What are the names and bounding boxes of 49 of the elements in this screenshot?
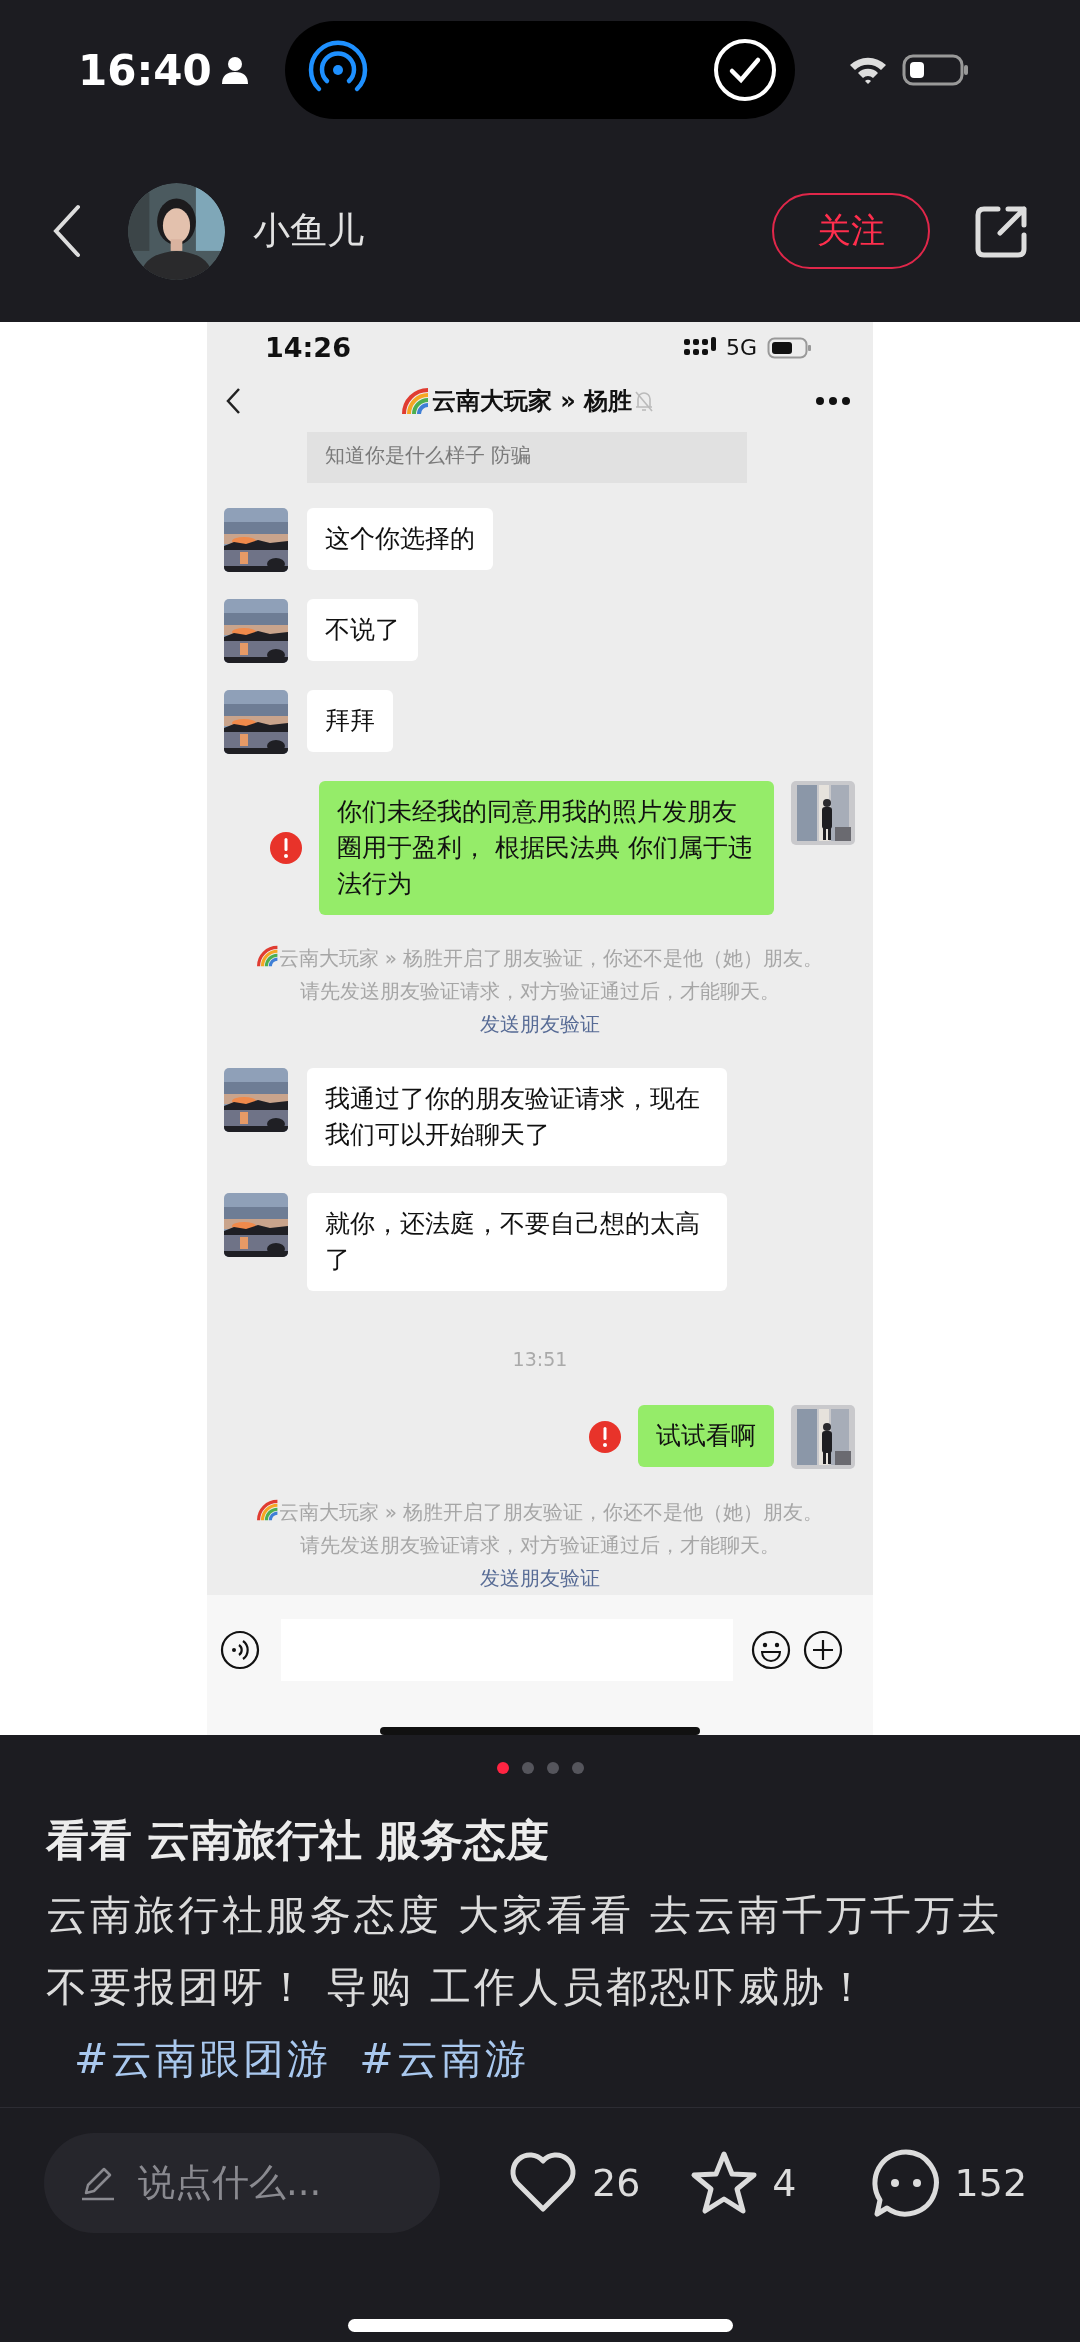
wifi-icon	[848, 55, 888, 85]
page-indicator-dot[interactable]	[521, 1762, 534, 1774]
favorite-count: 4	[772, 2161, 797, 2205]
person-icon	[221, 56, 248, 84]
user-name[interactable]: 小鱼儿	[253, 206, 772, 256]
message-bubble: 这个你选择的	[307, 508, 493, 570]
hashtag-link[interactable]: #云南游	[359, 2035, 529, 2083]
rainbow-icon	[401, 385, 430, 416]
star-icon[interactable]	[690, 2150, 759, 2216]
rainbow-icon	[256, 944, 279, 968]
emoji-icon[interactable]	[751, 1630, 791, 1670]
comment-placeholder: 说点什么...	[138, 2160, 322, 2206]
rainbow-icon	[256, 1498, 279, 1522]
back-icon[interactable]	[225, 386, 241, 415]
add-icon[interactable]	[803, 1630, 843, 1670]
follow-button[interactable]: 关注	[772, 193, 930, 269]
like-count: 26	[592, 2161, 641, 2205]
voice-icon[interactable]	[220, 1630, 260, 1670]
heart-icon[interactable]	[508, 2151, 578, 2215]
page-indicator-dot[interactable]	[496, 1762, 509, 1774]
message-bubble: 就你，还法庭，不要自己想的太高了	[307, 1193, 727, 1291]
more-icon[interactable]	[815, 395, 851, 406]
message-bubble: 我通过了你的朋友验证请求，现在我们可以开始聊天了	[307, 1068, 727, 1166]
page-indicator-dot[interactable]	[546, 1762, 559, 1774]
comment-field[interactable]: 说点什么...	[44, 2133, 440, 2233]
message-time: 13:51	[511, 1348, 569, 1370]
share-icon[interactable]	[974, 203, 1030, 259]
send-verification-link[interactable]: 发送朋友验证	[480, 1566, 600, 1590]
message-bubble: 拜拜	[307, 690, 393, 752]
system-notice: 云南大玩家 » 杨胜开启了朋友验证，你还不是他（她）朋友。请先发送朋友验证请求，对方验证通过后，才能聊天。 发送朋友验证	[207, 1496, 873, 1595]
battery-icon	[902, 54, 970, 86]
battery-icon	[767, 336, 813, 359]
comment-icon[interactable]	[870, 2148, 941, 2218]
network-label: 5G	[725, 335, 757, 361]
message-bubble: 不说了	[307, 599, 418, 661]
hashtag-link[interactable]: #云南跟团游	[74, 2035, 332, 2083]
send-verification-link[interactable]: 发送朋友验证	[480, 1012, 600, 1036]
comment-count: 152	[954, 2161, 1028, 2205]
post-title: 看看 云南旅行社 服务态度	[46, 1814, 550, 1867]
chat-title: 云南大玩家 » 杨胜	[431, 385, 633, 417]
message-bubble: 你们未经我的同意用我的照片发朋友圈用于盈利， 根据民法典 你们属于违法行为	[319, 781, 774, 915]
status-time: 14:26	[265, 332, 352, 364]
system-notice: 云南大玩家 » 杨胜开启了朋友验证，你还不是他（她）朋友。请先发送朋友验证请求，对方验证通过后，才能聊天。 发送朋友验证	[207, 942, 873, 1041]
message-bubble: 试试看啊	[638, 1405, 774, 1467]
check-circle-icon	[713, 38, 777, 102]
status-time: 16:40	[78, 45, 212, 95]
page-indicator-dot[interactable]	[571, 1762, 584, 1774]
quoted-message: 知道你是什么样子 防骗	[307, 432, 747, 483]
post-description: 云南旅行社服务态度 大家看看 去云南千万千万去不要报团呀！ 导购 工作人员都恐吓威胁！ #云南跟团游 #云南游	[46, 1890, 1004, 2085]
